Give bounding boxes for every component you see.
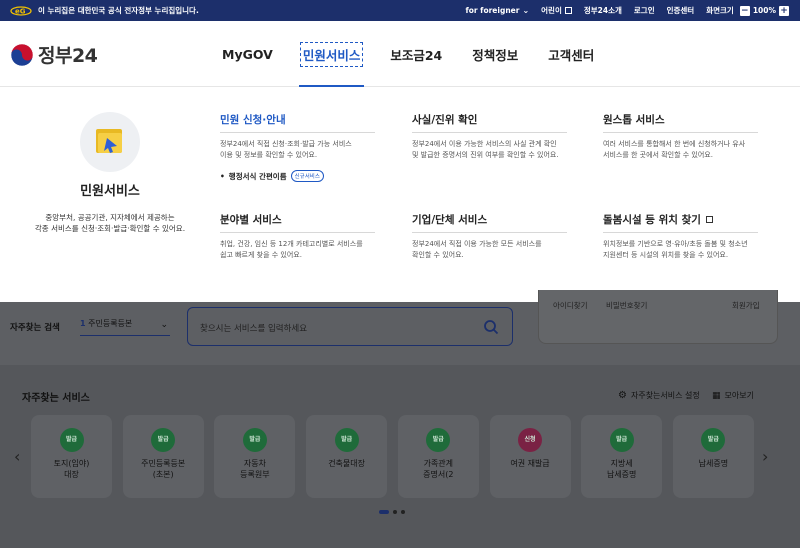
- frequent-services: 자주찾는 서비스 ⚙ 자주찾는서비스 설정 ▦ 모아보기 ‹ › 발급토지(임야) 대…: [0, 365, 800, 548]
- service-card[interactable]: 발급납세증명: [672, 415, 754, 498]
- service-desc: 정부24에서 직접 신청·조회·발급 가능 서비스 이용 및 정보를 확인할 수 …: [220, 140, 352, 159]
- service-tag: 발급: [426, 428, 451, 452]
- frequent-services-title: 자주찾는 서비스: [22, 393, 90, 404]
- frequent-search-label: 자주찾는 검색: [10, 323, 60, 333]
- service-tag: 발급: [334, 428, 359, 452]
- chevron-down-icon: ⌄: [522, 6, 530, 15]
- site-header: 정부24 MyGOV 민원서비스 보조금24 정책정보 고객센터: [0, 21, 800, 87]
- service-card-label: 가족관계 증명서(2: [423, 459, 454, 479]
- service-card[interactable]: 발급가족관계 증명서(2: [397, 415, 479, 498]
- view-all-button[interactable]: ▦ 모아보기: [712, 390, 754, 401]
- service-card[interactable]: 발급건축물대장: [306, 415, 388, 498]
- service-card-label: 납세증명: [698, 459, 729, 468]
- service-card-label: 지방세 납세증명: [606, 459, 637, 479]
- service-title[interactable]: 사실/진위 확인: [412, 112, 567, 133]
- service-tag: 발급: [151, 428, 176, 452]
- dropdown-intro: 민원서비스 중앙부처, 공공기관, 지자체에서 제공하는 각종 서비스를 신청·…: [20, 112, 200, 234]
- service-tag: 발급: [701, 428, 726, 452]
- gov-banner-text: 이 누리집은 대한민국 공식 전자정부 누리집입니다.: [38, 6, 199, 15]
- carousel-pagination: [379, 510, 409, 514]
- simple-form-link[interactable]: • 행정서식 간편이름 신규서비스: [220, 170, 375, 182]
- service-business[interactable]: 기업/단체 서비스 정부24에서 직접 이용 가능한 모든 서비스를 확인할 수 …: [412, 212, 567, 261]
- nav-mygov[interactable]: MyGOV: [222, 21, 273, 87]
- service-card-label: 주민등록등본 (초본): [141, 459, 186, 479]
- site-logo[interactable]: 정부24: [10, 41, 98, 68]
- external-link-icon: [705, 216, 713, 223]
- service-one-stop[interactable]: 원스톱 서비스 여러 서비스를 통합해서 한 번에 신청하거나 유사 서비스를 한…: [603, 112, 758, 161]
- cert-center-link[interactable]: 인증센터: [667, 5, 695, 16]
- service-card[interactable]: 신청여권 재발급: [489, 415, 571, 498]
- folder-icon: [80, 112, 140, 172]
- service-by-field[interactable]: 분야별 서비스 취업, 건강, 임신 등 12개 카테고리별로 서비스를 쉽고 빠…: [220, 212, 375, 261]
- nav-policy[interactable]: 정책정보: [472, 21, 518, 87]
- taegeuk-logo-icon: [10, 43, 34, 66]
- gov-banner: eG 이 누리집은 대한민국 공식 전자정부 누리집입니다. for forei…: [0, 0, 800, 21]
- civil-services-dropdown: 민원서비스 중앙부처, 공공기관, 지자체에서 제공하는 각종 서비스를 신청·…: [0, 87, 800, 302]
- new-service-badge: 신규서비스: [290, 170, 324, 182]
- dropdown-title: 민원서비스: [80, 184, 140, 199]
- next-arrow-icon[interactable]: ›: [762, 447, 768, 466]
- zoom-label: 화면크기: [706, 6, 734, 15]
- service-facility-finder[interactable]: 돌봄시설 등 위치 찾기 위치정보를 기반으로 영·유아/초등 돌봄 및 청소년…: [603, 212, 758, 261]
- search-section: 자주찾는 검색 1 주민등록등본 ⌄ 찾으시는 서비스를 입력하세요: [0, 302, 800, 365]
- svg-text:eG: eG: [15, 7, 26, 15]
- service-desc: 취업, 건강, 임신 등 12개 카테고리별로 서비스를 쉽고 빠르게 찾을 수 …: [220, 240, 363, 259]
- service-card-label: 건축물대장: [328, 459, 365, 468]
- service-desc: 정부24에서 직접 이용 가능한 모든 서비스를 확인할 수 있어요.: [412, 240, 542, 259]
- page-dot[interactable]: [393, 510, 397, 514]
- service-desc: 여러 서비스를 통합해서 한 번에 신청하거나 유사 서비스를 한 곳에서 확인할…: [603, 140, 746, 159]
- nav-customer-center[interactable]: 고객센터: [548, 21, 594, 87]
- egov-logo-icon: eG: [10, 5, 32, 16]
- zoom-out-button[interactable]: −: [739, 5, 750, 16]
- page-dot[interactable]: [401, 510, 405, 514]
- service-fact-check[interactable]: 사실/진위 확인 정부24에서 이용 가능한 서비스의 사실 관계 확인 및 발급…: [412, 112, 567, 161]
- foreigner-link[interactable]: for foreigner ⌄: [465, 6, 529, 15]
- search-input[interactable]: 찾으시는 서비스를 입력하세요: [187, 307, 513, 346]
- service-card[interactable]: 발급주민등록등본 (초본): [122, 415, 204, 498]
- service-civil-apply[interactable]: 민원 신청·안내 정부24에서 직접 신청·조회·발급 가능 서비스 이용 및 정…: [220, 112, 375, 182]
- frequent-search-select[interactable]: 1 주민등록등본 ⌄: [80, 318, 170, 336]
- external-link-icon: [564, 7, 572, 14]
- service-desc: 위치정보를 기반으로 영·유아/초등 돌봄 및 청소년 지원센터 등 시설의 위치…: [603, 240, 748, 259]
- nav-civil-services[interactable]: 민원서비스: [298, 21, 364, 87]
- service-card[interactable]: 발급지방세 납세증명: [581, 415, 663, 498]
- about-link[interactable]: 정부24소개: [584, 5, 622, 16]
- service-tag: 신청: [518, 428, 542, 452]
- zoom-in-button[interactable]: +: [779, 5, 789, 16]
- search-icon[interactable]: [483, 319, 499, 335]
- gear-icon: ⚙: [618, 390, 627, 401]
- frequent-settings-button[interactable]: ⚙ 자주찾는서비스 설정: [618, 390, 700, 401]
- utility-links: for foreigner ⌄ 어린이 정부24소개 로그인 인증센터 화면크기 …: [453, 0, 792, 21]
- service-title[interactable]: 분야별 서비스: [220, 212, 375, 233]
- logo-text: 정부24: [38, 45, 98, 67]
- service-tag: 발급: [59, 428, 84, 452]
- dropdown-description: 중앙부처, 공공기관, 지자체에서 제공하는 각종 서비스를 신청·조회·발급·…: [34, 213, 186, 233]
- grid-icon: ▦: [712, 390, 721, 401]
- nav-subsidy[interactable]: 보조금24: [390, 21, 442, 87]
- kids-link[interactable]: 어린이: [541, 5, 572, 16]
- chevron-down-icon: ⌄: [160, 320, 168, 330]
- service-title[interactable]: 원스톱 서비스: [603, 112, 758, 133]
- service-title[interactable]: 민원 신청·안내: [220, 112, 375, 133]
- service-card-label: 자동차 등록원부: [240, 459, 270, 479]
- service-title[interactable]: 기업/단체 서비스: [412, 212, 567, 233]
- service-desc: 정부24에서 이용 가능한 서비스의 사실 관계 확인 및 발급한 증명서의 진위…: [412, 140, 559, 159]
- search-placeholder: 찾으시는 서비스를 입력하세요: [200, 324, 308, 334]
- zoom-control: 화면크기 − 100% +: [706, 5, 792, 16]
- main-nav: MyGOV 민원서비스 보조금24 정책정보 고객센터: [222, 21, 624, 87]
- service-card[interactable]: 발급토지(임야) 대장: [31, 415, 112, 498]
- page-dot-active[interactable]: [379, 510, 389, 514]
- service-card[interactable]: 발급자동차 등록원부: [214, 415, 296, 498]
- service-title[interactable]: 돌봄시설 등 위치 찾기: [603, 212, 758, 233]
- zoom-value: 100%: [752, 6, 776, 15]
- service-card-label: 여권 재발급: [510, 459, 550, 468]
- service-tag: 발급: [609, 428, 634, 452]
- service-card-label: 토지(임야) 대장: [53, 459, 90, 479]
- prev-arrow-icon[interactable]: ‹: [14, 447, 20, 466]
- service-tag: 발급: [242, 428, 267, 452]
- login-link[interactable]: 로그인: [634, 5, 655, 16]
